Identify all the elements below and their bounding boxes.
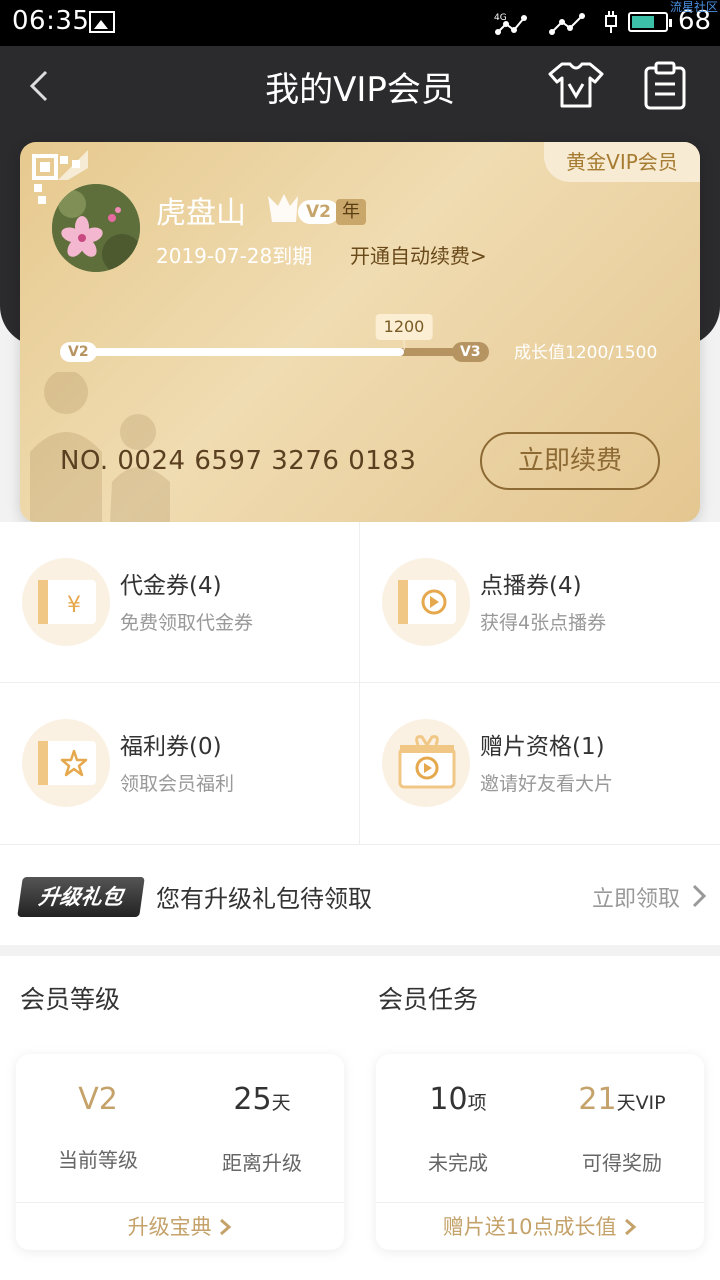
welfare-icon-circle [22, 719, 110, 807]
grid-divider-horizontal [0, 682, 720, 683]
reward-unit: 天VIP [616, 1092, 666, 1114]
tshirt-vip-icon[interactable] [548, 60, 604, 110]
growth-value-text: 成长值1200/1500 [514, 343, 658, 363]
avatar[interactable] [52, 184, 140, 272]
current-level-value: V2 [78, 1082, 118, 1117]
vip-card: 黄金VIP会员 虎盘山 V2 年 2019-07-28到期 开通自动续费> 12… [20, 142, 700, 522]
welfare-coupon-item[interactable]: 福利券(0) 领取会员福利 [0, 683, 360, 844]
expiry-date: 2019-07-28到期 [156, 244, 313, 268]
gift-title: 赠片资格(1) [480, 734, 605, 760]
todo-unit: 项 [467, 1092, 487, 1114]
days-unit: 天 [271, 1092, 291, 1114]
days-label: 距离升级 [222, 1151, 302, 1175]
vod-coupon-item[interactable]: 点播券(4) 获得4张点播券 [360, 522, 720, 683]
upgrade-guide-link[interactable]: 升级宝典 [16, 1204, 344, 1250]
year-badge: 年 [336, 199, 366, 225]
level-tasks-section: 会员等级 会员任务 V2 当前等级 25天 距离升级 升级宝典 10项 未完成 … [0, 956, 720, 1280]
panel-divider [376, 1202, 704, 1203]
chevron-right-icon [220, 1218, 232, 1236]
play-ticket-icon [398, 580, 456, 624]
chevron-right-icon [625, 1218, 637, 1236]
star-ticket-icon [38, 741, 96, 785]
clipboard-icon[interactable] [640, 60, 690, 112]
member-tasks-title: 会员任务 [378, 985, 479, 1014]
upgrade-gift-logo: 升级礼包 [17, 877, 145, 917]
member-level-title: 会员等级 [20, 985, 121, 1014]
vod-icon-circle [382, 558, 470, 646]
gift-film-growth-link[interactable]: 赠片送10点成长值 [376, 1204, 704, 1250]
days-to-upgrade-stat: 25天 距离升级 [180, 1080, 344, 1176]
page-title: 我的VIP会员 [265, 70, 455, 110]
member-tasks-panel: 10项 未完成 21天VIP 可得奖励 赠片送10点成长值 [376, 1054, 704, 1250]
days-value: 25 [233, 1082, 272, 1117]
panel-divider [16, 1202, 344, 1203]
reward-value: 21 [578, 1082, 617, 1117]
ticket-grid: ¥ 代金券(4) 免费领取代金券 点播券(4) 获得4张点播券 福利券(0) 领… [0, 522, 720, 844]
vod-title: 点播券(4) [480, 573, 582, 599]
growth-progress-fill [68, 348, 404, 356]
reward-stat: 21天VIP 可得奖励 [540, 1080, 704, 1176]
progress-start-level: V2 [60, 342, 97, 362]
battery-icon [628, 12, 672, 32]
upgrade-guide-label: 升级宝典 [127, 1215, 212, 1239]
claim-now-link[interactable]: 立即领取 [592, 881, 680, 913]
current-level-label: 当前等级 [58, 1148, 138, 1172]
status-bar: 06:35 4G 68 流星社区 [0, 0, 720, 46]
status-time: 06:35 [12, 6, 90, 36]
signal-4g-icon: 4G [494, 13, 527, 35]
grid-divider-vertical [359, 522, 360, 844]
svg-text:¥: ¥ [67, 593, 81, 618]
gift-icon-circle [382, 719, 470, 807]
gift-film-item[interactable]: 赠片资格(1) 邀请好友看大片 [360, 683, 720, 844]
yuan-ticket-icon: ¥ [38, 580, 96, 624]
charging-icon [605, 11, 617, 33]
chevron-right-icon [692, 884, 707, 908]
vip-level-badge: V2 [298, 200, 339, 224]
upgrade-gift-banner[interactable]: 升级礼包 您有升级礼包待领取 立即领取 [0, 844, 720, 945]
gift-film-growth-label: 赠片送10点成长值 [442, 1215, 617, 1239]
voucher-title: 代金券(4) [120, 573, 222, 599]
progress-end-level: V3 [452, 342, 489, 362]
gift-video-icon [398, 735, 456, 789]
tier-badge: 黄金VIP会员 [544, 142, 700, 182]
voucher-icon-circle: ¥ [22, 558, 110, 646]
todo-value: 10 [429, 1082, 468, 1117]
renew-button[interactable]: 立即续费 [480, 432, 660, 490]
image-notification-icon [89, 11, 115, 33]
upgrade-gift-message: 您有升级礼包待领取 [156, 885, 372, 913]
signal-icon [549, 13, 585, 35]
gift-subtitle: 邀请好友看大片 [480, 773, 614, 795]
current-level-stat: V2 当前等级 [16, 1080, 180, 1173]
growth-current-bubble: 1200 [375, 314, 433, 350]
voucher-coupon-item[interactable]: ¥ 代金券(4) 免费领取代金券 [0, 522, 360, 683]
nav-bar: 我的VIP会员 [0, 46, 720, 126]
card-number: NO. 0024 6597 3276 0183 [60, 446, 417, 476]
member-level-panel: V2 当前等级 25天 距离升级 升级宝典 [16, 1054, 344, 1250]
auto-renew-link[interactable]: 开通自动续费> [350, 240, 487, 269]
welfare-subtitle: 领取会员福利 [120, 773, 235, 795]
username: 虎盘山 [156, 196, 246, 231]
todo-tasks-stat: 10项 未完成 [376, 1080, 540, 1176]
watermark: 流星社区 [669, 0, 718, 14]
voucher-subtitle: 免费领取代金券 [120, 612, 254, 634]
reward-label: 可得奖励 [582, 1151, 662, 1175]
welfare-title: 福利券(0) [120, 734, 222, 760]
vod-subtitle: 获得4张点播券 [480, 612, 607, 634]
todo-label: 未完成 [428, 1151, 488, 1175]
avatar-flower-image [52, 184, 140, 272]
